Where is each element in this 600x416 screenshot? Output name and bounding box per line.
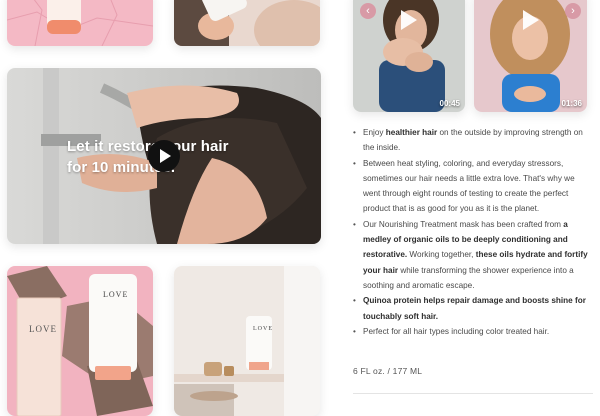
video-duration: 01:36 bbox=[561, 99, 582, 108]
gallery-image-3[interactable]: LOVE LOVE bbox=[7, 266, 153, 416]
description-item: Our Nourishing Treatment mask has been c… bbox=[352, 217, 592, 293]
description-list: Enjoy healthier hair on the outside by i… bbox=[352, 125, 592, 339]
description-emphasis: healthier hair bbox=[385, 128, 438, 137]
carousel-prev-button[interactable]: ‹ bbox=[360, 3, 376, 19]
chevron-right-icon: › bbox=[571, 5, 575, 17]
play-button[interactable] bbox=[148, 140, 180, 172]
play-icon bbox=[160, 149, 171, 163]
product-description: Enjoy healthier hair on the outside by i… bbox=[352, 125, 592, 339]
description-item: Enjoy healthier hair on the outside by i… bbox=[352, 125, 592, 156]
description-item: Between heat styling, coloring, and ever… bbox=[352, 156, 592, 217]
carousel-next-button[interactable]: › bbox=[565, 3, 581, 19]
description-item: Quinoa protein helps repair damage and b… bbox=[352, 293, 592, 324]
product-tube-logo: LOVE bbox=[103, 290, 129, 299]
shelf-product-logo: LOVE bbox=[253, 326, 273, 332]
product-box-logo: LOVE bbox=[29, 324, 57, 334]
main-video[interactable]: Let it restore your hair for 10 minutes. bbox=[7, 68, 321, 244]
product-size: 6 FL oz. / 177 ML bbox=[353, 366, 423, 376]
video-duration: 00:45 bbox=[439, 99, 460, 108]
thumbnail-play-icon bbox=[401, 10, 417, 30]
gallery-image-4[interactable]: LOVE bbox=[174, 266, 320, 416]
divider bbox=[353, 393, 593, 394]
thumbnail-play-icon bbox=[522, 10, 539, 30]
gallery-image-1[interactable] bbox=[7, 0, 153, 46]
gallery-image-2[interactable] bbox=[174, 0, 320, 46]
description-emphasis: Quinoa protein helps repair damage and b… bbox=[363, 296, 586, 321]
chevron-left-icon: ‹ bbox=[366, 5, 370, 17]
description-item: Perfect for all hair types including col… bbox=[352, 324, 592, 340]
